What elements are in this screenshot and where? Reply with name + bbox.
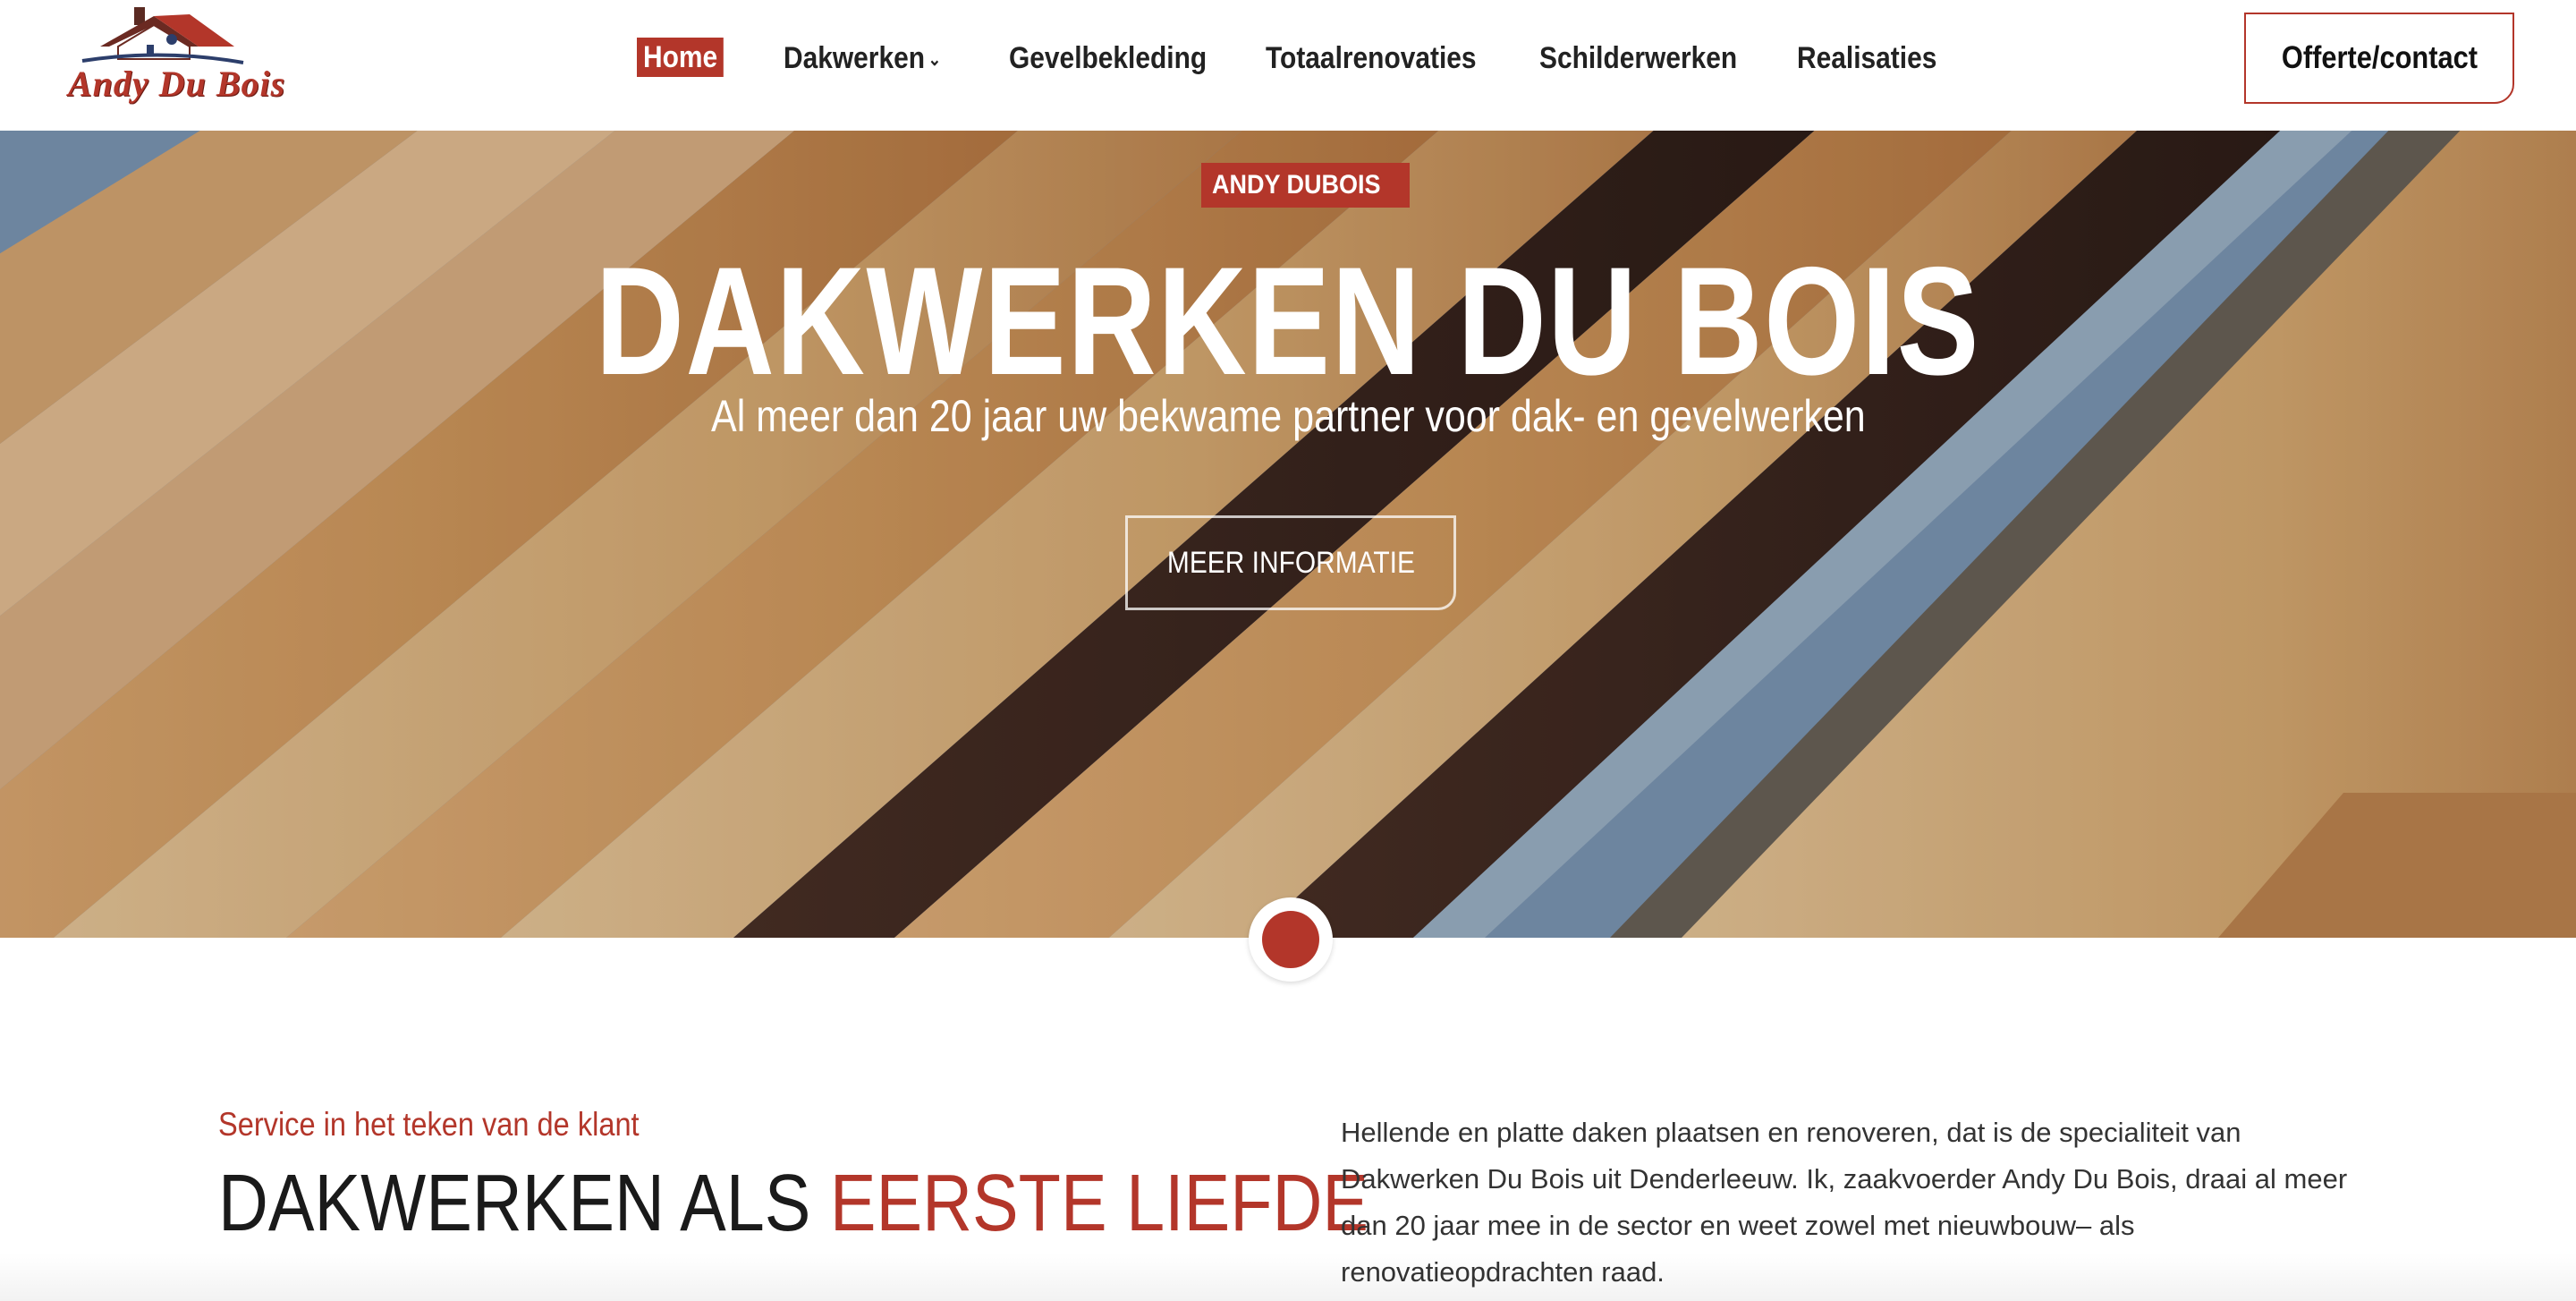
nav-schilderwerken[interactable]: Schilderwerken: [1539, 36, 1737, 81]
section-kicker: Service in het teken van de klant: [218, 1106, 697, 1144]
nav-dakwerken[interactable]: Dakwerken ⌄: [784, 36, 941, 81]
nav-gevelbekleding[interactable]: Gevelbekleding: [1009, 36, 1207, 81]
nav-totaalrenovaties-label: Totaalrenovaties: [1266, 41, 1477, 75]
site-logo[interactable]: Andy Du Bois: [64, 4, 284, 115]
nav-schilderwerken-label: Schilderwerken: [1539, 41, 1738, 75]
hero-subtitle: Al meer dan 20 jaar uw bekwame partner v…: [0, 390, 2576, 442]
meer-informatie-label: MEER INFORMATIE: [1166, 546, 1415, 580]
nav-realisaties[interactable]: Realisaties: [1797, 36, 1936, 81]
site-header: Andy Du Bois Home Dakwerken ⌄ Gevelbekled…: [0, 0, 2576, 131]
nav-gevelbekleding-label: Gevelbekleding: [1009, 41, 1208, 75]
offerte-contact-button[interactable]: Offerte/contact: [2244, 13, 2514, 104]
scroll-dot-icon: [1262, 911, 1319, 968]
section-intro-text: Hellende en platte daken plaatsen en ren…: [1341, 1117, 2348, 1288]
nav-home-label: Home: [643, 40, 718, 74]
section-kicker-text: Service in het teken van de klant: [218, 1106, 640, 1143]
hero-badge: ANDY DUBOIS: [1201, 163, 1411, 208]
hero-badge-text: ANDY DUBOIS: [1212, 170, 1381, 200]
logo-wordmark: Andy Du Bois: [68, 64, 286, 104]
section-title-accent: EERSTE LIEFDE: [829, 1159, 1369, 1248]
scroll-down-button[interactable]: [1249, 897, 1333, 982]
offerte-contact-label: Offerte/contact: [2281, 40, 2478, 75]
hero-banner: ANDY DUBOIS DAKWERKEN DU BOIS Al meer da…: [0, 131, 2576, 938]
nav-totaalrenovaties[interactable]: Totaalrenovaties: [1266, 36, 1477, 81]
chevron-down-icon: ⌄: [928, 50, 942, 71]
meer-informatie-button[interactable]: MEER INFORMATIE: [1125, 515, 1456, 610]
nav-home[interactable]: Home: [637, 38, 724, 77]
hero-title-text: DAKWERKEN DU BOIS: [595, 235, 1981, 407]
hero-title: DAKWERKEN DU BOIS: [0, 236, 2576, 406]
nav-dakwerken-label: Dakwerken: [784, 41, 926, 75]
nav-realisaties-label: Realisaties: [1797, 41, 1937, 75]
hero-subtitle-text: Al meer dan 20 jaar uw bekwame partner v…: [710, 391, 1866, 441]
section-title-main: DAKWERKEN ALS: [218, 1159, 830, 1248]
